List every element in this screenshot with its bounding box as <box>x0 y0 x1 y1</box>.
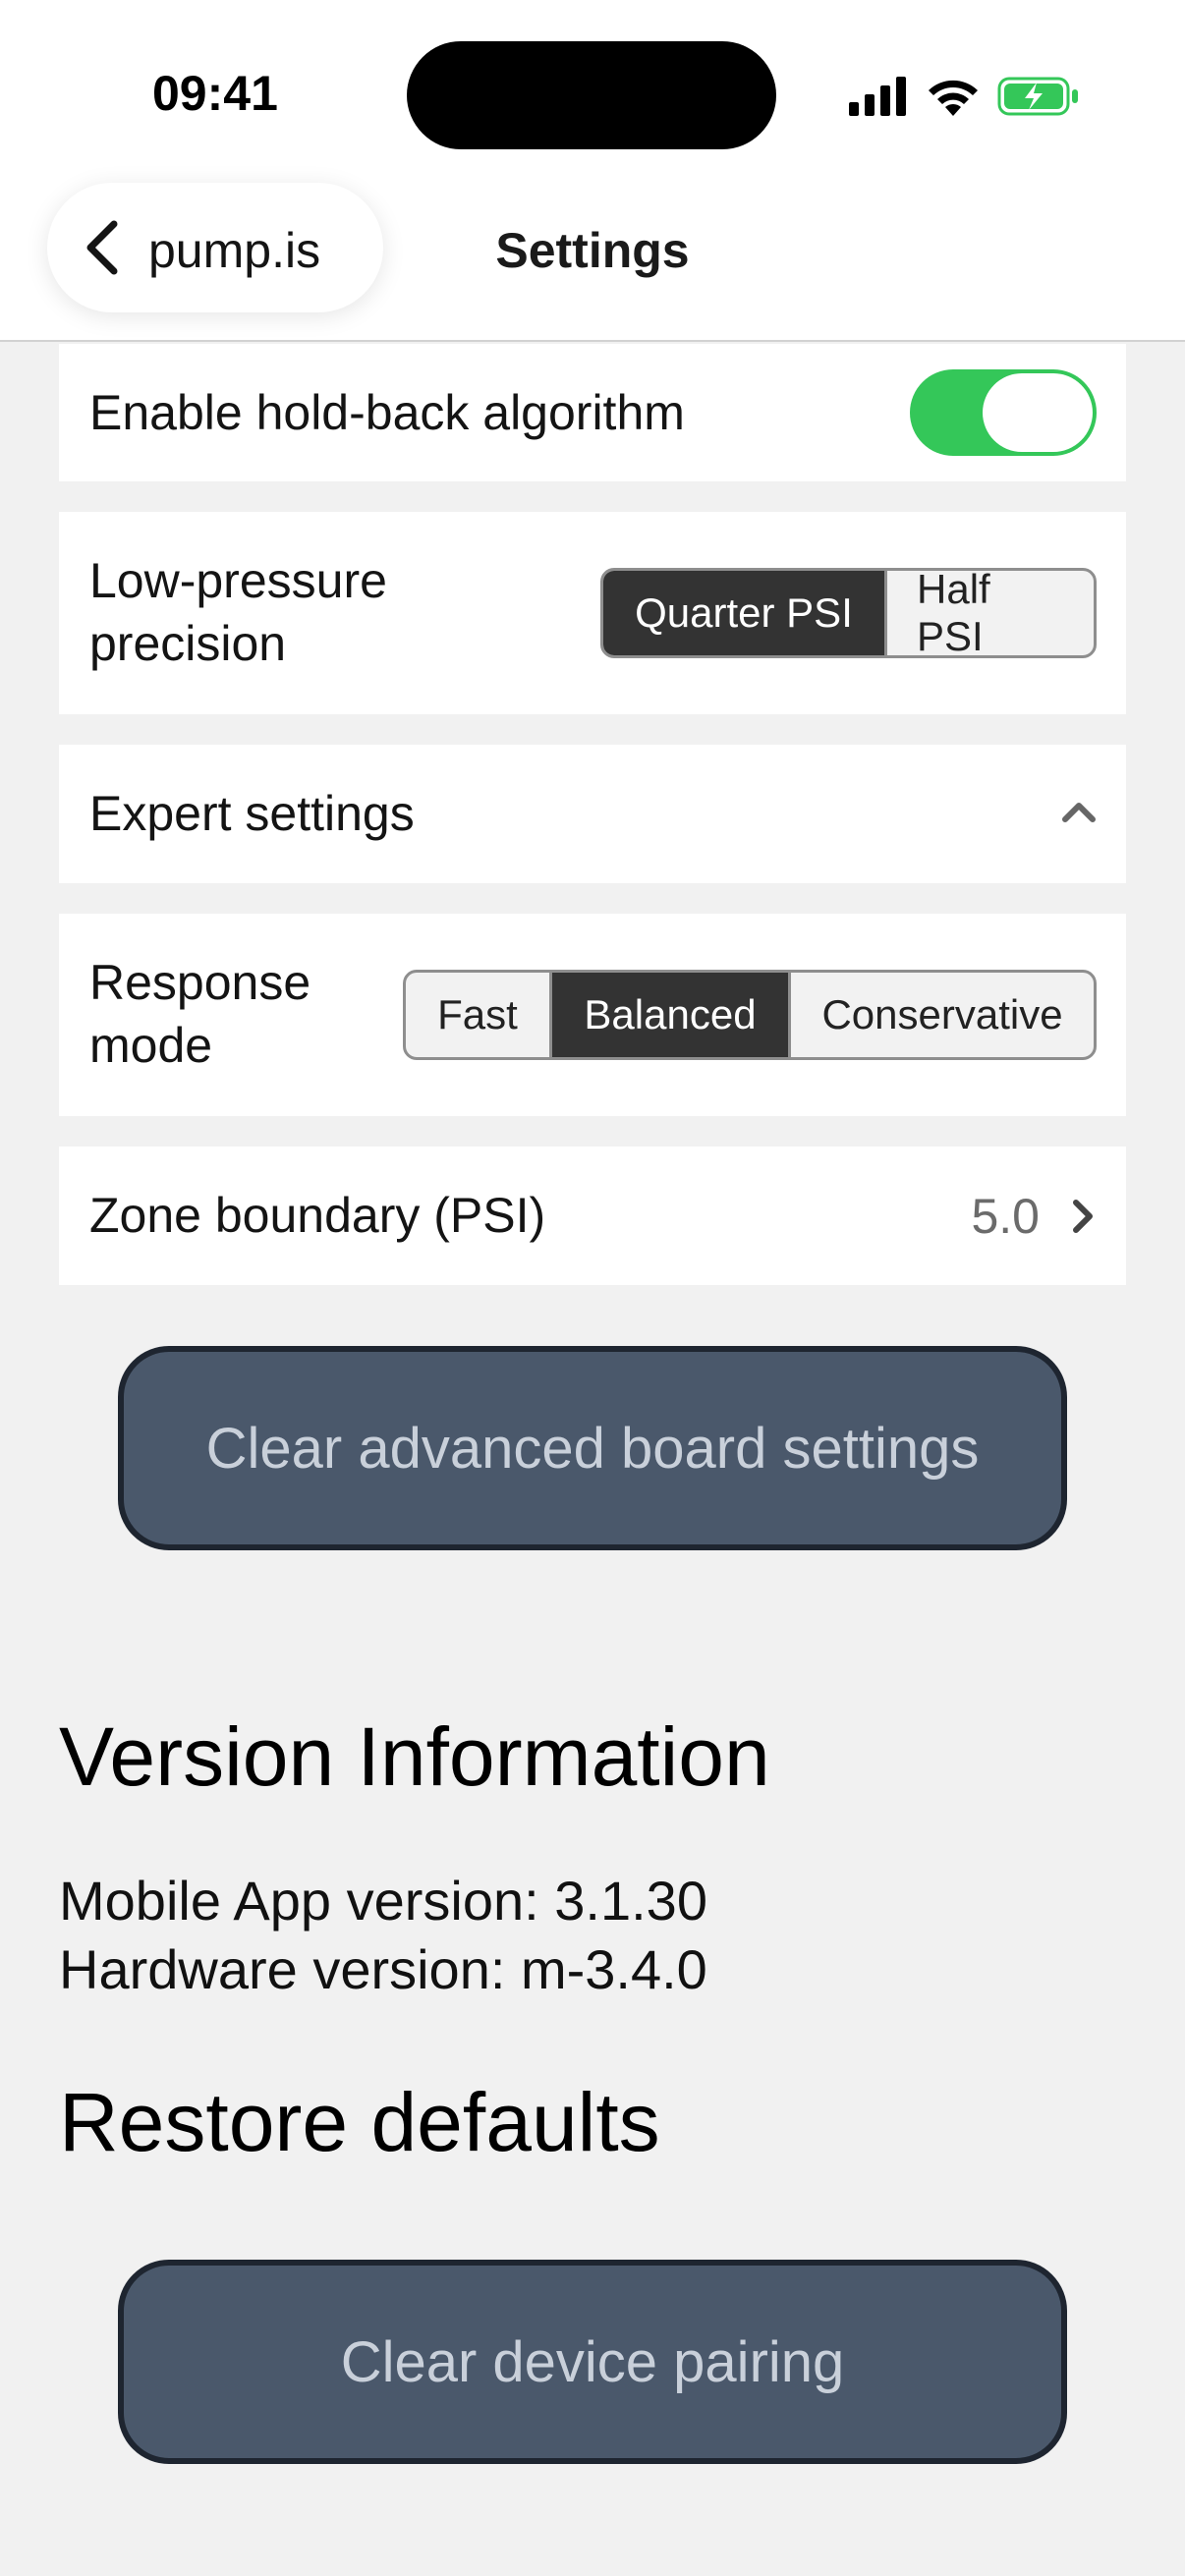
battery-charging-icon <box>997 77 1078 116</box>
restore-defaults-heading: Restore defaults <box>59 2076 660 2168</box>
chevron-up-icon <box>1062 803 1096 822</box>
segment-conservative[interactable]: Conservative <box>788 973 1094 1057</box>
hold-back-toggle[interactable] <box>910 369 1097 456</box>
zone-boundary-label: Zone boundary (PSI) <box>89 1188 546 1243</box>
hardware-version: Hardware version: m-3.4.0 <box>59 1938 707 2000</box>
navigation-header: 09:41 pump.is Settings <box>0 0 1185 342</box>
setting-row-hold-back: Enable hold-back algorithm <box>59 344 1126 481</box>
response-mode-label-line1: Response <box>89 955 311 1010</box>
page-title: Settings <box>495 223 690 278</box>
expert-settings-label: Expert settings <box>89 786 415 841</box>
setting-row-response-mode: Response mode Fast Balanced Conservative <box>59 914 1126 1116</box>
response-mode-label-line2: mode <box>89 1018 213 1073</box>
segment-half-psi[interactable]: Half PSI <box>884 571 1094 655</box>
cellular-signal-icon <box>849 77 906 116</box>
segment-quarter-psi[interactable]: Quarter PSI <box>603 571 884 655</box>
clear-device-pairing-button[interactable]: Clear device pairing <box>118 2260 1067 2464</box>
mobile-app-version: Mobile App version: 3.1.30 <box>59 1870 707 1932</box>
response-mode-segmented-control: Fast Balanced Conservative <box>403 970 1097 1060</box>
segment-fast[interactable]: Fast <box>406 973 549 1057</box>
chevron-right-icon <box>1073 1200 1093 1233</box>
segment-balanced[interactable]: Balanced <box>549 973 788 1057</box>
expert-settings-header[interactable]: Expert settings <box>59 745 1126 883</box>
low-pressure-segmented-control: Quarter PSI Half PSI <box>600 568 1097 658</box>
wifi-icon <box>929 80 978 116</box>
status-time: 09:41 <box>152 66 278 121</box>
zone-boundary-value: 5.0 <box>971 1189 1040 1244</box>
setting-row-low-pressure-precision: Low-pressure precision Quarter PSI Half … <box>59 512 1126 714</box>
low-pressure-label-line1: Low-pressure <box>89 553 387 608</box>
toggle-knob <box>983 373 1093 452</box>
dynamic-island <box>407 41 776 149</box>
version-information-heading: Version Information <box>59 1710 770 1803</box>
low-pressure-label-line2: precision <box>89 616 287 671</box>
hold-back-label: Enable hold-back algorithm <box>89 385 685 440</box>
clear-advanced-board-settings-button[interactable]: Clear advanced board settings <box>118 1346 1067 1550</box>
setting-row-zone-boundary[interactable]: Zone boundary (PSI) 5.0 <box>59 1147 1126 1285</box>
